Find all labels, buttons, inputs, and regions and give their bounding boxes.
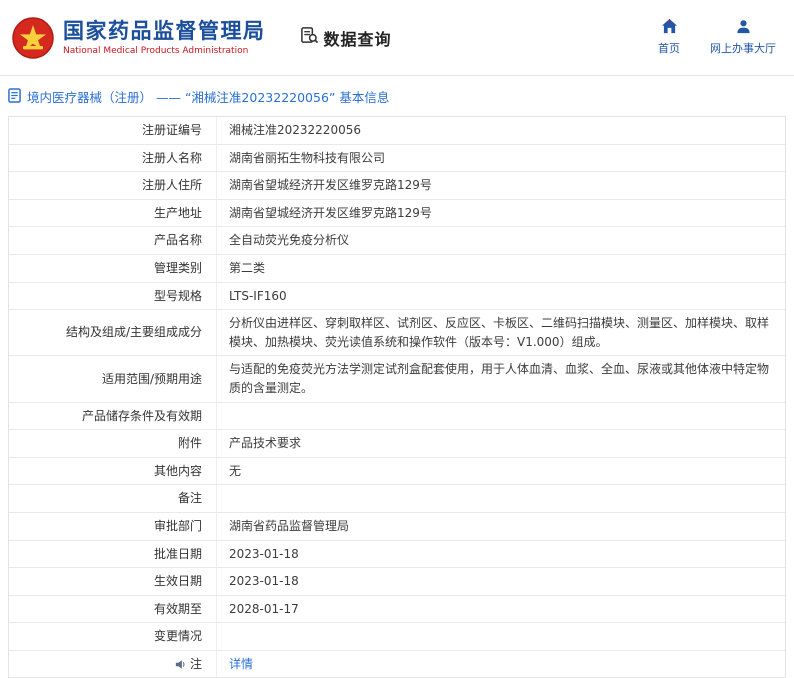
row-value: 湖南省丽拓生物科技有限公司 xyxy=(229,150,386,165)
row-label: 批准日期 xyxy=(9,540,217,568)
row-label: 其他内容 xyxy=(9,457,217,485)
table-row: 注册证编号 湘械注准20232220056 xyxy=(9,117,785,145)
row-label: 注 xyxy=(9,650,217,678)
agency-name-en: National Medical Products Administration xyxy=(63,45,249,56)
breadcrumb: 境内医疗器械（注册） —— “湘械注准20232220056” 基本信息 xyxy=(0,76,794,114)
row-value: 与适配的免疫荧光方法学测定试剂盒配套使用，用于人体血清、血浆、全血、尿液或其他体… xyxy=(229,362,770,395)
row-label: 适用范围/预期用途 xyxy=(9,356,217,402)
row-label: 注册人住所 xyxy=(9,172,217,199)
table-row: 注册人住所 湖南省望城经济开发区维罗克路129号 xyxy=(9,172,785,200)
row-label: 有效期至 xyxy=(9,595,217,623)
nav-home[interactable]: 首页 xyxy=(658,19,680,56)
table-row: 型号规格 LTS-IF160 xyxy=(9,282,785,311)
row-value: 湖南省望城经济开发区维罗克路129号 xyxy=(229,178,432,193)
row-value: 2023-01-18 xyxy=(229,546,299,561)
nav-service-hall-label: 网上办事大厅 xyxy=(710,42,776,55)
row-value xyxy=(217,485,785,512)
agency-name-cn: 国家药品监督管理局 xyxy=(63,18,266,43)
table-row: 有效期至 2028-01-17 xyxy=(9,595,785,624)
table-row: 注册人名称 湖南省丽拓生物科技有限公司 xyxy=(9,144,785,173)
row-value: 全自动荧光免疫分析仪 xyxy=(229,233,350,248)
row-label: 产品储存条件及有效期 xyxy=(9,402,217,430)
row-label: 备注 xyxy=(9,485,217,512)
nav-service-hall[interactable]: 网上办事大厅 xyxy=(710,19,776,56)
row-value: 湘械注准20232220056 xyxy=(229,123,361,137)
home-icon xyxy=(661,19,678,37)
data-query-label: 数据查询 xyxy=(323,29,392,49)
table-row: 产品名称 全自动荧光免疫分析仪 xyxy=(9,227,785,255)
speaker-icon xyxy=(175,659,187,670)
row-label: 生效日期 xyxy=(9,568,217,595)
row-label: 产品名称 xyxy=(9,227,217,254)
row-value xyxy=(217,623,785,650)
table-row: 批准日期 2023-01-18 xyxy=(9,540,785,569)
row-value: 详情 xyxy=(217,651,785,678)
top-nav: 首页 网上办事大厅 xyxy=(658,19,776,56)
row-value: 第二类 xyxy=(229,260,266,275)
table-row: 结构及组成/主要组成成分 分析仪由进样区、穿刺取样区、试剂区、反应区、卡板区、二… xyxy=(9,310,785,357)
table-row: 备注 xyxy=(9,485,785,513)
table-row: 变更情况 xyxy=(9,623,785,651)
agency-title-block: 国家药品监督管理局 National Medical Products Admi… xyxy=(63,19,266,56)
data-query-icon xyxy=(300,26,319,49)
row-label: 附件 xyxy=(9,430,217,457)
row-label: 审批部门 xyxy=(9,512,217,540)
row-label: 结构及组成/主要组成成分 xyxy=(9,310,217,356)
row-value: 2023-01-18 xyxy=(229,574,299,589)
row-value xyxy=(217,403,785,430)
row-label: 生产地址 xyxy=(9,199,217,227)
row-value: 分析仪由进样区、穿刺取样区、试剂区、反应区、卡板区、二维码扫描模块、测量区、加样… xyxy=(229,316,770,349)
breadcrumb-title: 境内医疗器械（注册） —— “湘械注准20232220056” 基本信息 xyxy=(27,90,390,105)
table-row: 管理类别 第二类 xyxy=(9,254,785,283)
row-value: 产品技术要求 xyxy=(229,436,302,451)
nav-home-label: 首页 xyxy=(658,42,680,55)
row-value: LTS-IF160 xyxy=(229,288,287,303)
row-label-text: 注 xyxy=(189,656,202,671)
detail-link[interactable]: 详情 xyxy=(229,655,253,674)
row-label: 注册证编号 xyxy=(9,117,217,144)
table-row: 生效日期 2023-01-18 xyxy=(9,568,785,596)
page-header: 国家药品监督管理局 National Medical Products Admi… xyxy=(0,0,794,76)
table-row: 附件 产品技术要求 xyxy=(9,430,785,458)
document-icon xyxy=(8,87,21,106)
table-row: 适用范围/预期用途 与适配的免疫荧光方法学测定试剂盒配套使用，用于人体血清、血浆… xyxy=(9,356,785,403)
data-query-tab[interactable]: 数据查询 xyxy=(300,26,392,50)
table-row: 产品储存条件及有效期 xyxy=(9,402,785,431)
row-label: 型号规格 xyxy=(9,282,217,310)
table-row: 注 详情 xyxy=(9,650,785,678)
row-value: 无 xyxy=(229,463,242,478)
table-row: 其他内容 无 xyxy=(9,457,785,486)
table-row: 生产地址 湖南省望城经济开发区维罗克路129号 xyxy=(9,199,785,228)
row-label: 注册人名称 xyxy=(9,144,217,172)
table-row: 审批部门 湖南省药品监督管理局 xyxy=(9,512,785,541)
row-value: 2028-01-17 xyxy=(229,601,299,616)
row-label: 管理类别 xyxy=(9,254,217,282)
registration-info-table: 注册证编号 湘械注准20232220056 注册人名称 湖南省丽拓生物科技有限公… xyxy=(8,116,786,678)
row-value: 湖南省药品监督管理局 xyxy=(229,518,350,533)
national-emblem-icon xyxy=(12,16,54,59)
row-value: 湖南省望城经济开发区维罗克路129号 xyxy=(229,205,432,220)
row-label: 变更情况 xyxy=(9,623,217,650)
user-icon xyxy=(736,19,751,37)
